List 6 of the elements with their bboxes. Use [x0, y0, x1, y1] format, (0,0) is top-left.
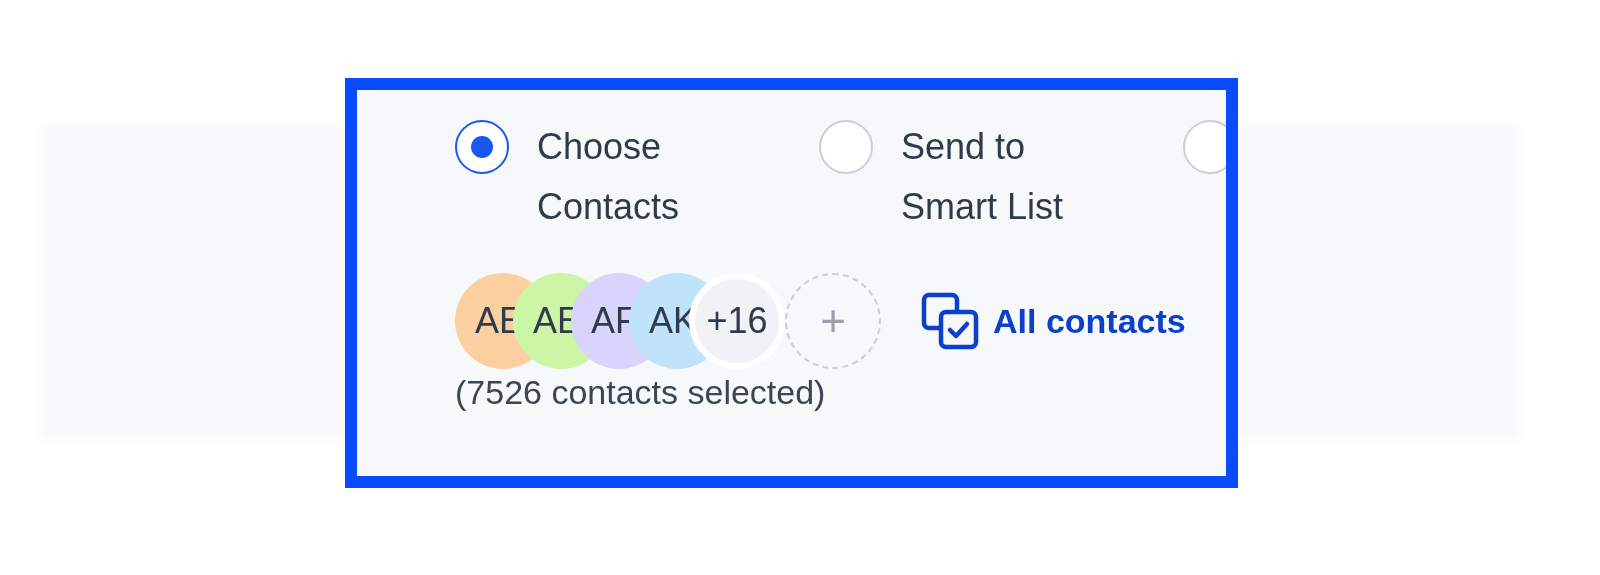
option-label[interactable]: Send to Smart List — [901, 117, 1121, 237]
radio-button[interactable] — [455, 120, 509, 174]
option-label[interactable]: Choose Contacts — [537, 117, 757, 237]
copy-check-icon — [921, 292, 979, 350]
all-contacts-link[interactable]: All contacts — [921, 292, 1186, 350]
selection-summary: (7526 contacts selected) — [455, 372, 827, 413]
